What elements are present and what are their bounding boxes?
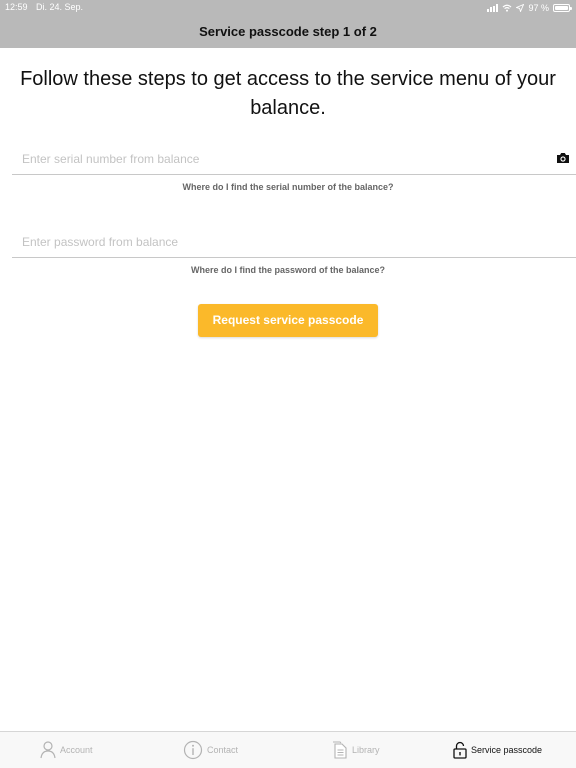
status-time: 12:59: [5, 2, 28, 12]
status-date: Di. 24. Sep.: [36, 2, 84, 12]
camera-icon[interactable]: [556, 152, 570, 164]
wifi-icon: [503, 4, 512, 12]
tab-account-label: Account: [60, 745, 93, 755]
password-help-link[interactable]: Where do I find the password of the bala…: [0, 265, 576, 275]
serial-number-input[interactable]: [22, 149, 542, 169]
tab-contact-label: Contact: [207, 745, 239, 755]
password-field: [12, 224, 576, 258]
intro-text: Follow these steps to get access to the …: [20, 68, 556, 119]
tab-service-passcode[interactable]: Service passcode: [453, 732, 542, 768]
signal-icon: [487, 3, 499, 12]
document-icon: [333, 741, 347, 759]
tab-service-passcode-label: Service passcode: [471, 745, 543, 755]
serial-number-field: [12, 141, 576, 175]
battery-percent: 97 %: [528, 2, 549, 13]
header: 12:59 Di. 24. Sep. 97 % Service passcode…: [0, 0, 576, 48]
serial-number-help-link[interactable]: Where do I find the serial number of the…: [0, 182, 576, 192]
tab-contact[interactable]: Contact: [183, 732, 238, 768]
request-passcode-button[interactable]: Request service passcode: [198, 304, 378, 337]
person-icon: [40, 741, 56, 759]
status-indicators: 97 %: [487, 2, 572, 13]
tab-bar: Account Contact Library Service passcode: [0, 731, 576, 768]
tab-library[interactable]: Library: [332, 732, 380, 768]
location-icon: [516, 3, 525, 12]
unlock-icon: [453, 741, 467, 759]
tab-account[interactable]: Account: [40, 732, 93, 768]
battery-icon: [553, 3, 572, 12]
tab-library-label: Library: [352, 745, 380, 755]
password-input[interactable]: [22, 232, 542, 252]
info-icon: [183, 740, 203, 760]
page-title: Service passcode step 1 of 2: [199, 24, 377, 39]
